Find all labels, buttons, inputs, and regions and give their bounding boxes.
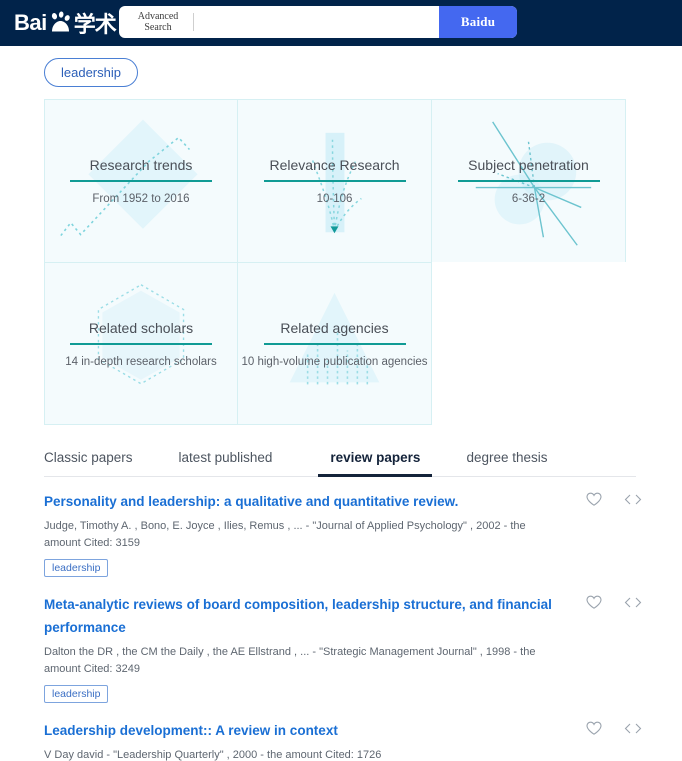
result-title[interactable]: Personality and leadership: a qualitativ… [44,494,458,509]
result-meta: V Day david - "Leadership Quarterly" , 2… [44,748,382,761]
card-content: Subject penetration 6-36-2 [432,100,625,262]
card-title: Relevance Research [269,157,400,173]
top-header-bar: Bai 学术 Advanced Search Baidu [0,0,682,46]
card-rule [263,180,406,182]
insight-card-row-2: Related scholars 14 in-depth research sc… [44,262,626,425]
card-title: Research trends [89,157,193,173]
card-subtitle: 6-36-2 [511,193,546,205]
card-rule [70,342,212,345]
heart-icon[interactable] [586,595,602,610]
search-input[interactable] [194,6,439,38]
result-meta: Judge, Timothy A. , Bono, E. Joyce , Ili… [44,519,526,549]
card-title: Related scholars [88,319,194,336]
tab-latest-published[interactable]: latest published [179,450,273,477]
result-title[interactable]: Leadership development:: A review in con… [44,723,338,738]
card-subtitle: 10-106 [316,193,353,205]
result-meta: Dalton the DR , the CM the Daily , the A… [44,645,536,676]
result-item: Leadership development:: A review in con… [44,719,644,761]
logo-text-xueshu: 学术 [73,13,117,38]
card-subtitle: 10 high-volume publication agencies [241,355,428,368]
heart-icon[interactable] [586,721,602,736]
tab-degree-thesis[interactable]: degree thesis [466,450,547,477]
advanced-search-line1: Advanced [137,10,179,22]
card-subject-penetration[interactable]: Subject penetration 6-36-2 [432,99,626,262]
insight-card-row-1: Research trends From 1952 to 2016 Releva… [44,99,626,262]
tab-review-papers[interactable]: review papers [318,450,433,477]
search-submit-button[interactable]: Baidu [439,6,517,38]
card-related-scholars[interactable]: Related scholars 14 in-depth research sc… [44,262,238,425]
baidu-xueshu-logo[interactable]: Bai 学术 [14,0,117,46]
cite-code-icon[interactable] [624,493,642,506]
result-item: Personality and leadership: a qualitativ… [44,490,644,577]
result-actions [586,492,642,507]
card-research-trends[interactable]: Research trends From 1952 to 2016 [44,99,238,262]
query-chip-leadership[interactable]: leadership [44,58,138,87]
card-content: Related agencies 10 high-volume publicat… [238,263,431,424]
result-tag[interactable]: leadership [44,558,109,577]
logo-text-bai: Bai [14,10,47,35]
query-chip-row: leadership [0,46,682,87]
result-title[interactable]: Meta-analytic reviews of board compositi… [44,597,552,636]
card-title: Related agencies [280,319,389,336]
baidu-paw-icon [47,10,73,36]
result-tag[interactable]: leadership [44,685,109,704]
heart-icon[interactable] [586,492,602,507]
page-body: leadership Research trends From 1952 to … [0,46,682,761]
card-related-agencies[interactable]: Related agencies 10 high-volume publicat… [238,262,432,425]
result-actions [586,721,642,736]
card-subtitle: 14 in-depth research scholars [65,355,217,368]
insight-card-grid: Research trends From 1952 to 2016 Releva… [44,99,626,425]
result-type-tabs: Classic papers latest published review p… [44,441,636,477]
result-item: Meta-analytic reviews of board compositi… [44,593,644,704]
card-content: Relevance Research 10-106 [238,100,431,262]
advanced-search-label[interactable]: Advanced Search [119,6,193,38]
card-relevance-research[interactable]: Relevance Research 10-106 [238,99,432,262]
card-rule [70,180,212,182]
card-rule [457,180,600,182]
tab-classic-papers[interactable]: Classic papers [44,450,133,477]
card-rule [263,342,406,345]
card-content: Research trends From 1952 to 2016 [45,100,237,262]
cite-code-icon[interactable] [624,596,642,609]
card-content: Related scholars 14 in-depth research sc… [45,263,237,424]
card-title: Subject penetration [468,157,589,173]
search-bar: Advanced Search Baidu [119,6,517,38]
cite-code-icon[interactable] [624,722,642,735]
card-subtitle: From 1952 to 2016 [92,193,190,205]
advanced-search-line2: Search [144,22,172,33]
search-results-list: Personality and leadership: a qualitativ… [44,477,644,761]
result-actions [586,595,642,610]
